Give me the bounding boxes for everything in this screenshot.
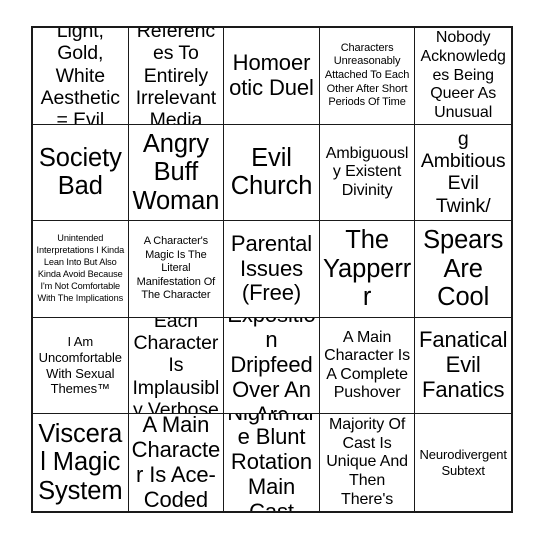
bingo-cell-label: Nobody Acknowledges Being Queer As Unusu… <box>420 29 506 121</box>
bingo-cell-r5c3[interactable]: Nightmare Blunt Rotation Main Cast <box>224 414 320 511</box>
bingo-cell-r1c4[interactable]: Characters Unreasonably Attached To Each… <box>319 28 416 125</box>
bingo-cell-label: The Yapperrr <box>323 226 412 312</box>
bingo-cell-label: Characters Unreasonably Attached To Each… <box>324 41 410 109</box>
bingo-cell-r4c2[interactable]: Each Character Is Implausibly Verbose <box>128 317 225 415</box>
bingo-cell-r5c5[interactable]: Neurodivergent Subtext <box>415 414 511 511</box>
bingo-cell-label: Exposition Dripfeed Over An Arc <box>227 318 315 415</box>
bingo-cell-label: Parental Issues (Free) <box>230 230 313 306</box>
bingo-cell-r1c5[interactable]: Nobody Acknowledges Being Queer As Unusu… <box>415 28 511 125</box>
bingo-cell-r5c4[interactable]: Vast Majority Of Cast Is Unique And Then… <box>319 414 416 511</box>
bingo-cell-r1c1[interactable]: Light, Gold, White Aesthetic = Evil <box>33 28 129 125</box>
bingo-cell-r3c5[interactable]: Spears Are Cool <box>415 221 511 318</box>
bingo-cell-r4c5[interactable]: Fanatical Evil Fanatics <box>415 317 511 415</box>
bingo-cell-label: A Character's Magic Is The Literal Manif… <box>136 234 216 302</box>
bingo-cell-label: Society Bad <box>38 143 122 201</box>
bingo-cell-label: Light, Gold, White Aesthetic = Evil <box>40 28 120 125</box>
bingo-cell-r2c5[interactable]: Controlling Ambitious Evil Twink/ Girlfa… <box>415 124 511 222</box>
bingo-cell-r1c2[interactable]: References To Entirely Irrelevant Media <box>128 28 225 125</box>
bingo-cell-label: I Am Uncomfortable With Sexual Themes™ <box>38 334 122 397</box>
bingo-cell-label: Vast Majority Of Cast Is Unique And Then… <box>326 414 408 511</box>
bingo-cell-label: A Main Character Is A Complete Pushover <box>324 328 411 402</box>
bingo-cell-r2c4[interactable]: Ambiguously Existent Divinity <box>319 124 416 222</box>
bingo-cell-label: Fanatical Evil Fanatics <box>419 327 508 403</box>
bingo-cell-r5c2[interactable]: A Main Character Is Ace-Coded <box>128 414 225 511</box>
bingo-cell-label: Neurodivergent Subtext <box>419 447 507 478</box>
bingo-cell-label: Unintended Interpretations I Kinda Lean … <box>36 233 125 303</box>
bingo-cell-r2c2[interactable]: Angry Buff Woman <box>128 124 225 222</box>
bingo-card-grid: Light, Gold, White Aesthetic = Evil Refer… <box>31 26 513 513</box>
bingo-cell-r4c4[interactable]: A Main Character Is A Complete Pushover <box>319 317 416 415</box>
bingo-cell-label: Nightmare Blunt Rotation Main Cast <box>227 414 316 511</box>
bingo-cell-label: Visceral Magic System <box>38 419 123 505</box>
bingo-cell-label: A Main Character Is Ace-Coded <box>131 414 221 511</box>
bingo-cell-r4c1[interactable]: I Am Uncomfortable With Sexual Themes™ <box>33 317 129 415</box>
bingo-cell-r3c1[interactable]: Unintended Interpretations I Kinda Lean … <box>33 221 129 318</box>
bingo-cell-r2c3[interactable]: Evil Church <box>224 124 320 222</box>
bingo-cell-r2c1[interactable]: Society Bad <box>33 124 129 222</box>
bingo-cell-label: Homoerotic Duel <box>229 49 314 100</box>
bingo-cell-r4c3[interactable]: Exposition Dripfeed Over An Arc <box>224 317 320 415</box>
bingo-cell-label: References To Entirely Irrelevant Media <box>135 28 217 125</box>
bingo-cell-r3c2[interactable]: A Character's Magic Is The Literal Manif… <box>128 221 225 318</box>
bingo-cell-label: Each Character Is Implausibly Verbose <box>132 317 220 415</box>
bingo-cell-label: Spears Are Cool <box>423 226 504 312</box>
bingo-cell-label: Controlling Ambitious Evil Twink/ Girlfa… <box>420 125 506 221</box>
bingo-cell-r1c3[interactable]: Homoerotic Duel <box>224 28 320 125</box>
bingo-cell-r5c1[interactable]: Visceral Magic System <box>33 414 129 511</box>
bingo-cell-r3c4[interactable]: The Yapperrr <box>319 221 416 318</box>
bingo-cell-r3c3[interactable]: Parental Issues (Free) <box>224 221 320 318</box>
bingo-cell-label: Evil Church <box>230 143 313 201</box>
bingo-cell-label: Ambiguously Existent Divinity <box>325 144 409 199</box>
bingo-cell-label: Angry Buff Woman <box>132 129 220 215</box>
